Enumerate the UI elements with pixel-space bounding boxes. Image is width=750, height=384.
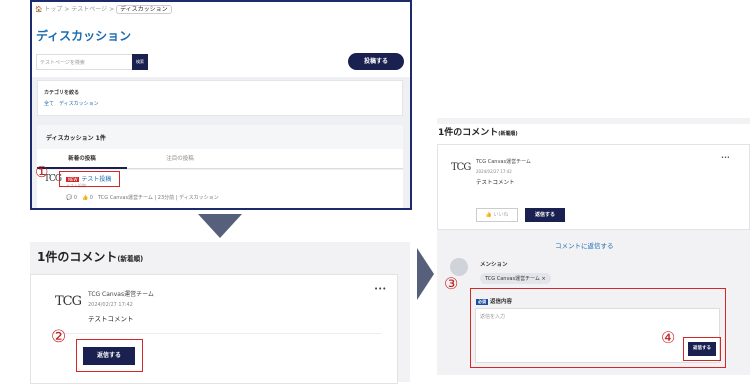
tcg-logo: TCG [451, 162, 471, 173]
comment-count: 1件のコメント [37, 250, 118, 264]
comment-panel: 1件のコメント(新着順) TCG TCG Canvas運営チーム 2024/02… [30, 242, 410, 384]
breadcrumb-current: ディスカッション [116, 5, 172, 14]
step-marker-2: ② [51, 327, 67, 347]
search-button[interactable]: 検索 [132, 54, 148, 70]
mention-label: メンション [480, 262, 508, 268]
sort-order: (新着順) [498, 131, 518, 137]
comment-card: TCG TCG Canvas運営チーム 2024/02/27 17:42 テスト… [437, 144, 750, 230]
comment-author: TCG Canvas運営チーム [476, 159, 531, 165]
comment-card: TCG TCG Canvas運営チーム 2024/02/27 17:42 テスト… [30, 274, 398, 384]
more-options-icon[interactable]: ••• [374, 285, 386, 293]
search-input[interactable]: テストページを検索 [36, 54, 133, 70]
breadcrumb-separator: > [64, 6, 70, 13]
sort-order: (新着順) [117, 255, 144, 263]
category-heading: カテゴリを絞る [44, 90, 80, 96]
comment-text: テストコメント [476, 180, 515, 186]
comment-author: TCG Canvas運営チーム [88, 291, 154, 298]
arrow-down-icon [198, 214, 242, 238]
category-filter: カテゴリを絞る 全て ディスカッション [37, 80, 403, 116]
reply-heading: コメントに返信する [555, 242, 614, 250]
more-options-icon[interactable]: ••• [721, 155, 730, 161]
breadcrumb: 🏠 トップ > テストページ > ディスカッション [35, 4, 172, 14]
content-label: 必須 返信内容 [476, 297, 512, 305]
discussion-count: ディスカッション 1件 [37, 125, 403, 149]
breadcrumb-home[interactable]: トップ [44, 6, 62, 13]
breadcrumb-separator: > [109, 6, 115, 13]
post-meta: 💬 0 👍 0 TCG Canvas運営チーム | 23分前 | ディスカッショ… [66, 195, 219, 201]
comment-date: 2024/02/27 17:42 [88, 302, 133, 308]
home-icon[interactable]: 🏠 [35, 6, 42, 13]
discussion-count-label: ディスカッション 1件 [46, 135, 106, 142]
like-button[interactable]: 👍 いいね [476, 208, 518, 222]
tab-bar: 新着の投稿 注目の投稿 [37, 149, 403, 169]
reply-panel: 1件のコメント(新着順) TCG TCG Canvas運営チーム 2024/02… [437, 118, 750, 375]
discussion-list-panel: 🏠 トップ > テストページ > ディスカッション ディスカッション テストペー… [30, 0, 412, 210]
tcg-logo: TCG [55, 294, 82, 309]
highlight-box-1 [59, 171, 120, 187]
tab-newest[interactable]: 新着の投稿 [37, 149, 127, 169]
mention-chip[interactable]: TCG Canvas運営チーム × [480, 273, 551, 284]
arrow-right-icon [417, 248, 434, 300]
divider [51, 333, 381, 334]
comment-count: 1件のコメント [438, 128, 499, 138]
post-button[interactable]: 投稿する [348, 53, 404, 70]
comment-text: テストコメント [88, 315, 134, 323]
breadcrumb-testpage[interactable]: テストページ [71, 6, 107, 13]
page-title: ディスカッション [36, 29, 132, 43]
step-marker-3: ③ [444, 274, 459, 293]
comment-count-title: 1件のコメント(新着順) [37, 248, 143, 265]
page-header: 🏠 トップ > テストページ > ディスカッション ディスカッション テストペー… [32, 2, 410, 77]
tab-featured[interactable]: 注目の投稿 [135, 149, 225, 169]
comment-date: 2024/02/27 17:42 [476, 169, 512, 174]
step-marker-4: ④ [661, 328, 676, 347]
content-label-text: 返信内容 [490, 299, 513, 305]
reply-button[interactable]: 返信する [525, 208, 565, 222]
required-badge: 必須 [476, 299, 488, 305]
highlight-box-4 [683, 337, 721, 361]
category-links[interactable]: 全て ディスカッション [44, 100, 99, 107]
step-marker-1: ① [35, 163, 49, 181]
highlight-box-2 [76, 339, 143, 372]
